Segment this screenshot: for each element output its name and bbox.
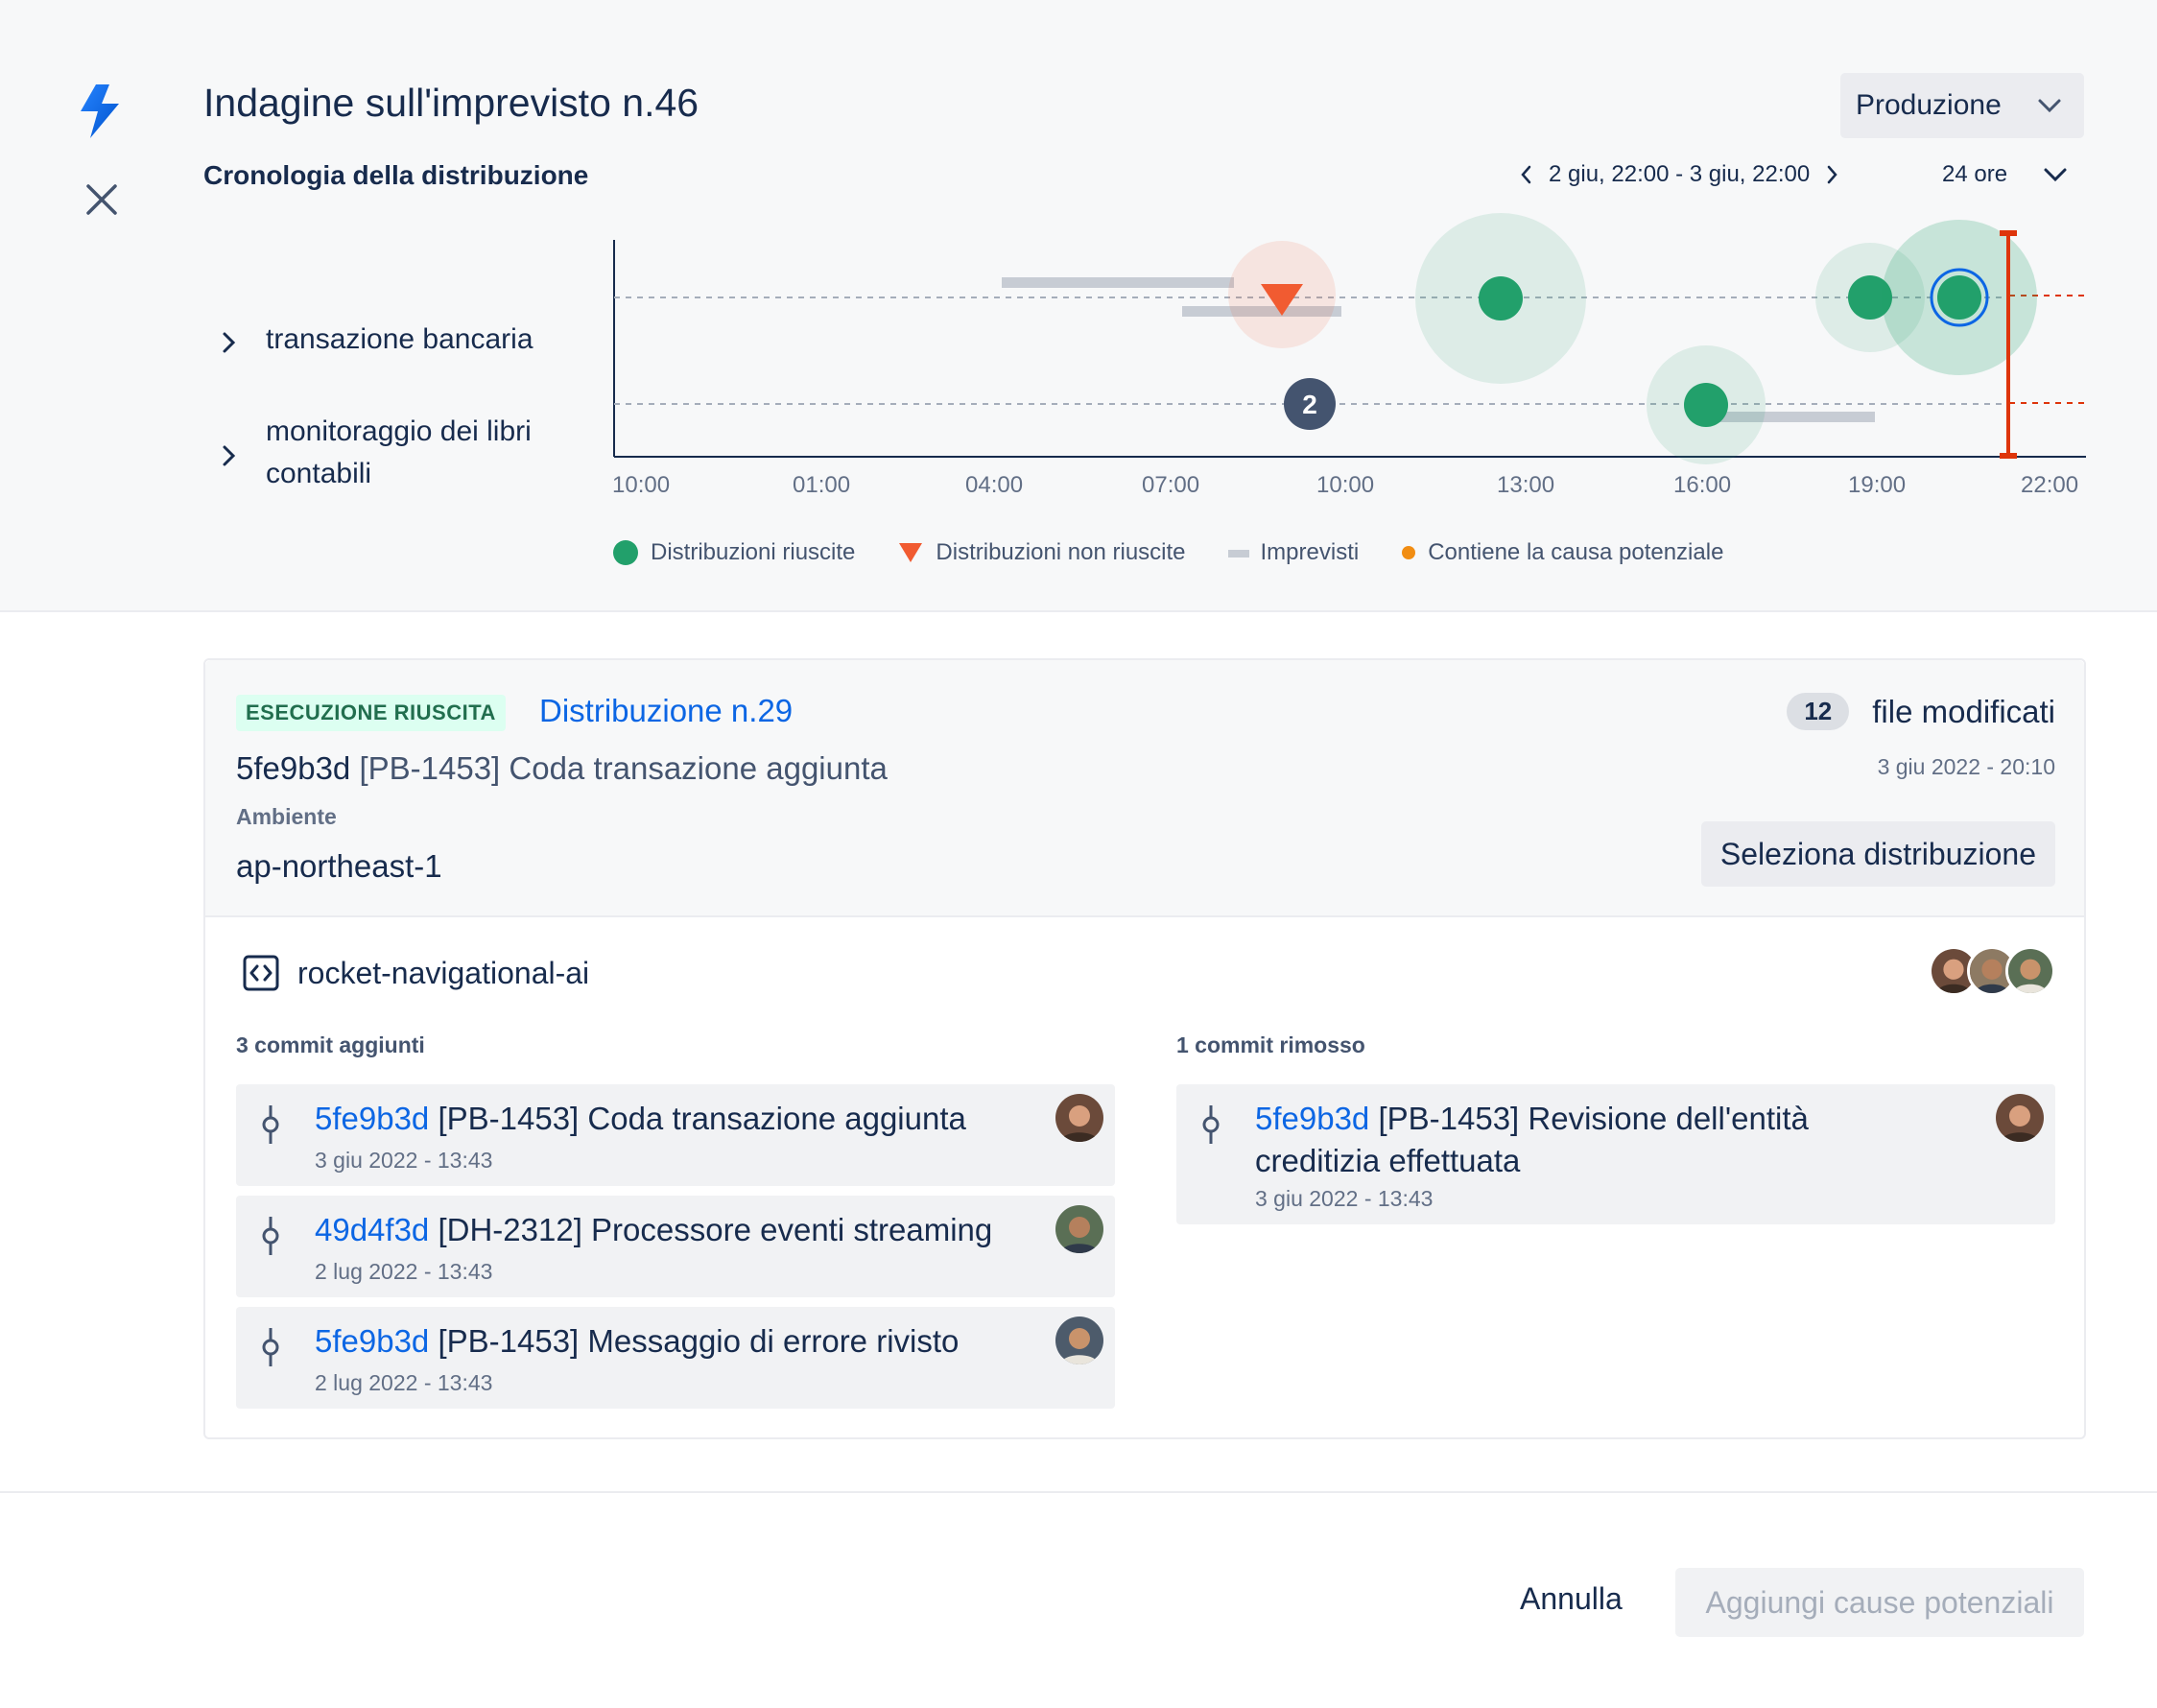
removed-commits-label: 1 commit rimosso [1176,1032,1365,1057]
x-tick-label: 01:00 [793,472,850,498]
failed-triangle-icon [899,543,923,562]
commit-item[interactable]: 5fe9b3d [PB-1453] Revisione dell'entità … [1176,1084,2055,1224]
files-changed-count: 12 [1787,693,1850,730]
deployment-timeline: 2 10:00 01:00 04:00 07:00 10:00 13:00 16… [612,213,2086,498]
commit-text: 5fe9b3d [PB-1453] Messaggio di errore ri… [315,1320,959,1363]
legend-label: Contiene la causa potenziale [1428,539,1724,565]
avatar [1055,1317,1103,1364]
code-icon [243,955,279,991]
commit-hash-link[interactable]: 49d4f3d [315,1212,429,1247]
commit-message: [DH-2312] Processore eventi streaming [438,1212,993,1247]
legend-item-cause: Contiene la causa potenziale [1401,539,1723,566]
deployment-sha: 5fe9b3d [236,750,351,786]
commit-text: 5fe9b3d [PB-1453] Coda transazione aggiu… [315,1098,966,1140]
success-deploy-marker[interactable] [1684,383,1728,427]
commit-icon [262,1105,279,1144]
avatar [1996,1094,2044,1142]
legend-item-success: Distribuzioni riuscite [612,539,855,566]
commit-date: 3 giu 2022 - 13:43 [1255,1186,1434,1211]
commit-message: [PB-1453] Revisione dell'entità [1378,1101,1809,1136]
legend-label: Distribuzioni non riuscite [936,539,1186,565]
legend-label: Imprevisti [1260,539,1360,565]
add-potential-causes-button[interactable]: Aggiungi cause potenziali [1675,1568,2084,1637]
now-marker-cap [2000,230,2017,236]
footer-divider [0,1491,2157,1493]
commit-date: 2 lug 2022 - 13:43 [315,1370,493,1395]
x-tick-label: 19:00 [1848,472,1906,498]
commit-item[interactable]: 5fe9b3d [PB-1453] Messaggio di errore ri… [236,1307,1115,1409]
success-dot-icon [613,540,638,565]
x-tick-label: 04:00 [965,472,1023,498]
repository: rocket-navigational-ai [242,954,589,992]
x-tick-label: 16:00 [1673,472,1731,498]
deployment-message: [PB-1453] Coda transazione aggiunta [359,750,888,786]
x-tick-label: 07:00 [1142,472,1199,498]
incident-header-panel: Indagine sull'imprevisto n.46 Produzione… [0,0,2157,612]
legend-label: Distribuzioni riuscite [651,539,856,565]
x-tick-label: 22:00 [2021,472,2078,498]
commit-icon [262,1217,279,1255]
incident-bar [1002,277,1234,288]
deployment-summary: ESECUZIONE RIUSCITA Distribuzione n.29 5… [205,660,2084,917]
files-changed-label: file modificati [1872,693,2055,729]
commit-message: [PB-1453] Coda transazione aggiunta [438,1101,966,1136]
select-deployment-button[interactable]: Seleziona distribuzione [1700,821,2055,887]
legend-item-incidents: Imprevisti [1227,539,1360,566]
deployment-date: 3 giu 2022 - 20:10 [1877,754,2055,779]
commit-text: 5fe9b3d [PB-1453] Revisione dell'entità … [1255,1098,1809,1182]
avatar-group[interactable] [1929,946,2055,996]
cause-dot-icon [1402,546,1416,559]
commit-hash-link[interactable]: 5fe9b3d [1255,1101,1369,1136]
x-tick-label: 13:00 [1497,472,1554,498]
now-marker-cap [2000,453,2017,459]
commit-hash-link[interactable]: 5fe9b3d [315,1323,429,1359]
legend-item-failed: Distribuzioni non riuscite [897,539,1186,566]
selected-deploy-marker[interactable] [1937,275,1981,320]
deployment-card: ESECUZIONE RIUSCITA Distribuzione n.29 5… [203,658,2086,1439]
commit-icon [1202,1105,1220,1144]
deployment-commit-line: 5fe9b3d [PB-1453] Coda transazione aggiu… [236,750,888,787]
added-commits-label: 3 commit aggiunti [236,1032,425,1057]
incident-bar-icon [1227,550,1249,557]
x-tick-label: 10:00 [612,472,670,498]
x-tick-label: 10:00 [1316,472,1374,498]
commit-item[interactable]: 5fe9b3d [PB-1453] Coda transazione aggiu… [236,1084,1115,1186]
commit-message-cont: creditizia effettuata [1255,1143,1521,1178]
repository-name: rocket-navigational-ai [297,955,590,990]
files-changed: 12 file modificati [1787,693,2055,730]
environment-label: Ambiente [236,804,337,829]
commit-date: 2 lug 2022 - 13:43 [315,1259,493,1284]
commit-text: 49d4f3d [DH-2312] Processore eventi stre… [315,1209,992,1251]
commit-message: [PB-1453] Messaggio di errore rivisto [438,1323,960,1359]
avatar [1055,1205,1103,1253]
cancel-button[interactable]: Annulla [1516,1564,1626,1633]
commit-item[interactable]: 49d4f3d [DH-2312] Processore eventi stre… [236,1196,1115,1297]
timeline-legend: Distribuzioni riuscite Distribuzioni non… [612,539,1766,566]
deploy-cluster-count: 2 [1302,390,1317,419]
environment-value: ap-northeast-1 [236,848,442,884]
success-deploy-marker[interactable] [1479,276,1523,320]
commit-date: 3 giu 2022 - 13:43 [315,1148,493,1173]
deployment-link[interactable]: Distribuzione n.29 [539,693,793,729]
commit-icon [262,1328,279,1366]
status-badge: ESECUZIONE RIUSCITA [236,695,506,731]
avatar [1055,1094,1103,1142]
commit-hash-link[interactable]: 5fe9b3d [315,1101,429,1136]
avatar [2005,946,2055,996]
